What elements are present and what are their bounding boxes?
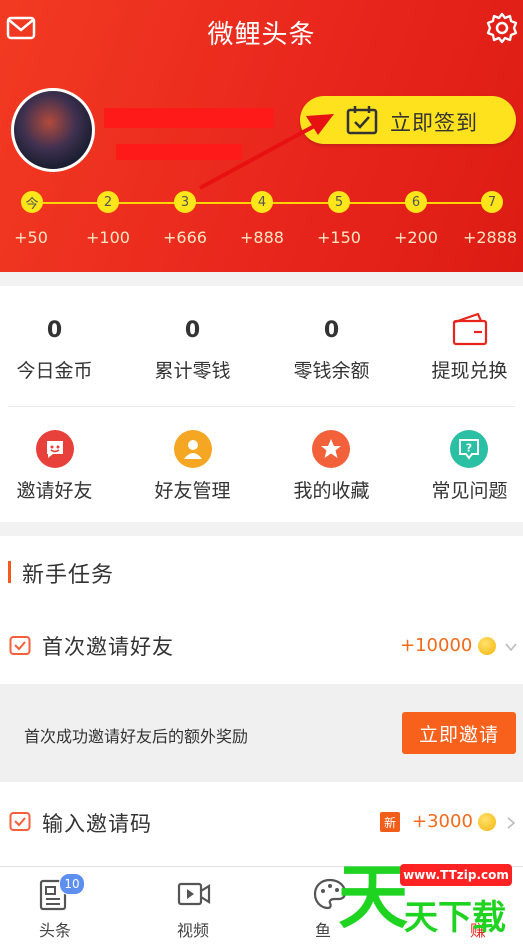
coin-icon xyxy=(478,637,496,655)
task-name[interactable]: 输入邀请码 xyxy=(42,808,152,838)
day-marker: 4 xyxy=(251,191,273,213)
userid-redacted xyxy=(116,144,242,160)
invite-now-button[interactable]: 立即邀请 xyxy=(402,712,516,754)
reward-amount: +200 xyxy=(394,228,438,247)
task-points: +3000 xyxy=(412,811,473,832)
shortcut-faq[interactable]: 常见问题 xyxy=(404,476,523,503)
task-check-icon xyxy=(9,636,31,655)
chevron-down-icon[interactable] xyxy=(504,640,518,654)
video-icon xyxy=(177,882,211,906)
header: 微鲤头条 立即签到 今 2 3 4 5 6 7 +50 +100 +666 +8… xyxy=(0,0,523,272)
section-title: 新手任务 xyxy=(22,563,115,588)
wallet-icon xyxy=(452,312,488,346)
shortcut-invite-friends[interactable]: 邀请好友 xyxy=(0,476,120,503)
coin-icon xyxy=(478,813,496,831)
calendar-check-icon xyxy=(346,106,378,135)
account-panel: 0 今日金币 0 累计零钱 0 零钱余额 提现兑换 ? 邀请好友 好友管理 我的… xyxy=(0,286,523,522)
sign-in-button[interactable]: 立即签到 xyxy=(300,96,516,144)
star-icon xyxy=(312,430,350,468)
day-marker: 7 xyxy=(481,191,503,213)
question-icon: ? xyxy=(450,430,488,468)
stat-label: 提现兑换 xyxy=(431,360,508,382)
chevron-right-icon[interactable] xyxy=(504,816,518,830)
divider xyxy=(8,406,515,407)
task-description: 首次成功邀请好友后的额外奖励 xyxy=(24,727,249,746)
shortcut-my-favorites[interactable]: 我的收藏 xyxy=(266,476,397,503)
day-marker: 今 xyxy=(21,191,43,213)
reward-amount: +150 xyxy=(317,228,361,247)
section-accent xyxy=(8,561,11,583)
watermark-text: 天下载 xyxy=(404,898,506,938)
reward-amount: +100 xyxy=(86,228,130,247)
reward-amount: +2888 xyxy=(462,228,518,247)
tab-label: 视频 xyxy=(176,921,209,940)
reward-amount: +50 xyxy=(14,228,48,247)
username-redacted xyxy=(104,108,274,128)
stat-label: 今日金币 xyxy=(16,360,93,382)
stat-value: 0 xyxy=(46,318,63,343)
page-title: 微鲤头条 xyxy=(207,20,316,50)
new-badge: 新 xyxy=(380,812,400,832)
stat-label: 累计零钱 xyxy=(154,360,231,382)
site-watermark: 天 www.TTzip.com 天下载 xyxy=(330,852,520,942)
day-marker: 5 xyxy=(328,191,350,213)
tab-label: 头条 xyxy=(38,921,71,940)
day-marker: 2 xyxy=(97,191,119,213)
tab-headlines[interactable]: 10 头条 xyxy=(0,867,130,944)
unread-badge: 10 xyxy=(59,873,85,895)
day-marker: 6 xyxy=(405,191,427,213)
stat-value: 0 xyxy=(184,318,201,343)
newbie-tasks: 新手任务 首次邀请好友 +10000 首次成功邀请好友后的额外奖励 立即邀请 输… xyxy=(0,536,523,866)
reward-amount: +888 xyxy=(240,228,284,247)
sign-in-label: 立即签到 xyxy=(390,111,478,135)
task-check-icon xyxy=(9,812,31,831)
stat-value: 0 xyxy=(323,318,340,343)
watermark-url: www.TTzip.com xyxy=(400,864,512,886)
day-marker: 3 xyxy=(174,191,196,213)
friend-icon xyxy=(174,430,212,468)
task-name[interactable]: 首次邀请好友 xyxy=(42,631,174,661)
shortcut-friend-management[interactable]: 好友管理 xyxy=(127,476,258,503)
stat-label: 零钱余额 xyxy=(293,360,370,382)
gear-icon[interactable] xyxy=(486,12,518,44)
reward-amount: +666 xyxy=(163,228,207,247)
svg-text:?: ? xyxy=(466,442,472,455)
task-detail: 首次成功邀请好友后的额外奖励 立即邀请 xyxy=(0,684,523,782)
tab-video[interactable]: 视频 xyxy=(128,867,258,944)
smile-chat-icon xyxy=(36,430,74,468)
watermark-logo: 天 xyxy=(338,856,408,938)
task-points: +10000 xyxy=(400,635,473,656)
avatar[interactable] xyxy=(11,88,95,172)
